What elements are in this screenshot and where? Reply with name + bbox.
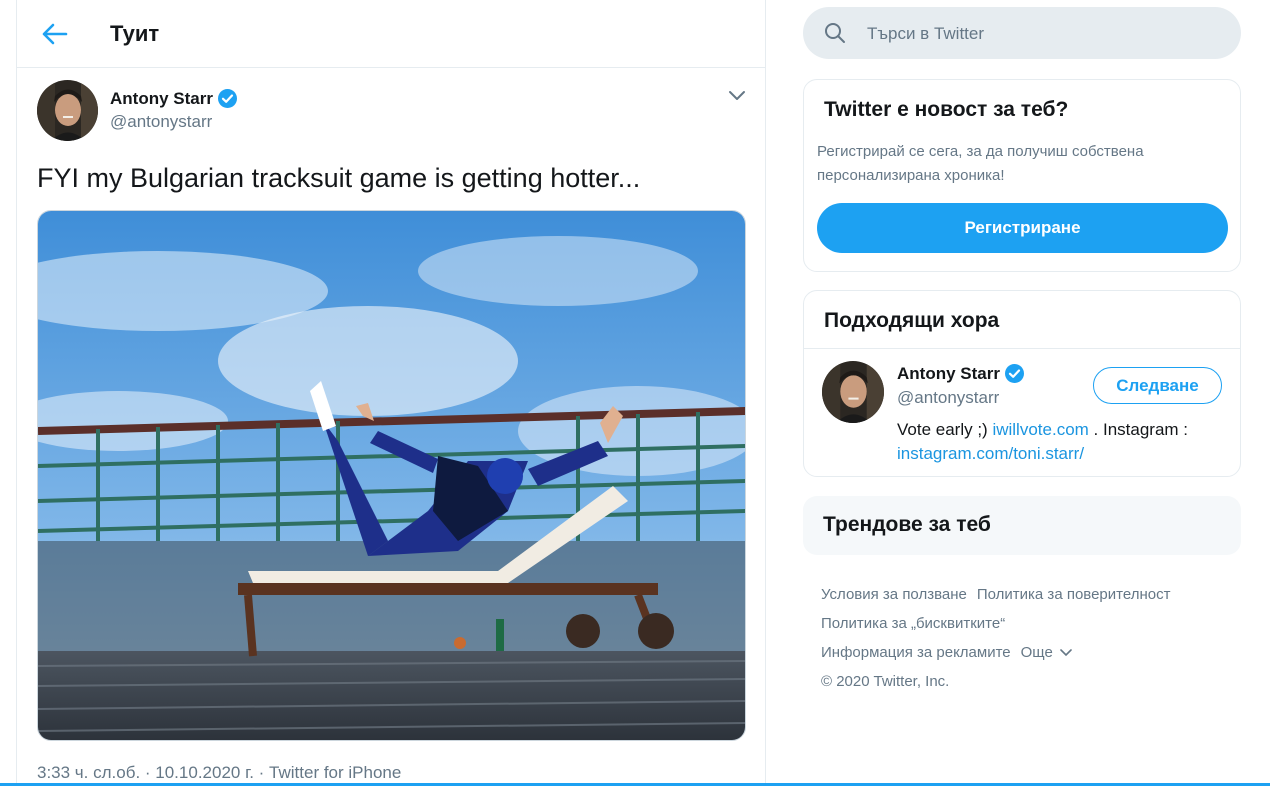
page-header: Туит	[17, 0, 765, 68]
tweet-text: FYI my Bulgarian tracksuit game is getti…	[37, 163, 641, 193]
author-name[interactable]: Antony Starr	[110, 88, 238, 109]
back-button[interactable]	[39, 18, 71, 50]
footer-more-label: Още	[1020, 644, 1053, 661]
chevron-down-icon	[729, 91, 745, 100]
bio-link-iwillvote[interactable]: iwillvote.com	[992, 420, 1088, 439]
avatar[interactable]	[822, 361, 884, 423]
footer-link-ads[interactable]: Информация за рекламите	[821, 644, 1011, 661]
main-column: Туит Antony Starr @antonystarr FYI my Bu…	[16, 0, 766, 786]
verified-badge-icon	[1004, 364, 1024, 383]
arrow-left-icon	[42, 23, 68, 45]
author-handle[interactable]: @antonystarr	[110, 112, 212, 132]
tweet-timestamp[interactable]: 3:33 ч. сл.об. · 10.10.2020 г. · Twitter…	[37, 763, 401, 783]
signup-button[interactable]: Регистриране	[817, 203, 1228, 253]
footer-more-button[interactable]: Още	[1021, 644, 1072, 661]
divider	[804, 348, 1240, 349]
search-placeholder: Търси в Twitter	[867, 24, 984, 43]
suggested-user-name[interactable]: Antony Starr	[897, 363, 1025, 384]
bio-text: Vote early ;)	[897, 420, 988, 439]
search-input[interactable]: Търси в Twitter	[803, 7, 1241, 59]
tweet-photo[interactable]	[37, 210, 746, 741]
footer-copyright: © 2020 Twitter, Inc.	[821, 673, 950, 690]
signup-title: Twitter е новост за теб?	[824, 98, 1069, 121]
footer-links: Условия за ползване Политика за поверител…	[821, 580, 1241, 696]
signup-card: Twitter е новост за теб? Регистрирай се …	[803, 79, 1241, 272]
signup-description: Регистрирай се сега, за да получиш собст…	[817, 143, 1144, 184]
footer-link-privacy[interactable]: Политика за поверителност	[977, 586, 1171, 603]
trends-title: Трендове за теб	[823, 513, 991, 536]
author-name-text: Antony Starr	[110, 88, 213, 108]
bio-link-instagram[interactable]: instagram.com/toni.starr/	[897, 444, 1084, 463]
verified-badge-icon	[217, 89, 237, 108]
follow-button[interactable]: Следване	[1093, 367, 1222, 404]
bio-text-instagram: . Instagram :	[1093, 420, 1189, 439]
search-icon	[825, 23, 845, 43]
footer-link-terms[interactable]: Условия за ползване	[821, 586, 967, 603]
trends-card: Трендове за теб	[803, 496, 1241, 555]
suggested-user-bio: Vote early ;) iwillvote.com . Instagram …	[897, 418, 1227, 466]
suggested-user-handle[interactable]: @antonystarr	[897, 388, 999, 408]
suggested-user-name-text: Antony Starr	[897, 363, 1000, 383]
chevron-down-icon	[1060, 649, 1072, 657]
who-to-follow-card: Подходящи хора Antony Starr @antonystarr…	[803, 290, 1241, 477]
page-title: Туит	[110, 21, 160, 46]
who-to-follow-title: Подходящи хора	[824, 309, 1000, 332]
avatar[interactable]	[37, 80, 98, 141]
footer-link-cookies[interactable]: Политика за „бисквитките“	[821, 615, 1005, 632]
tweet-options-button[interactable]	[725, 84, 749, 108]
